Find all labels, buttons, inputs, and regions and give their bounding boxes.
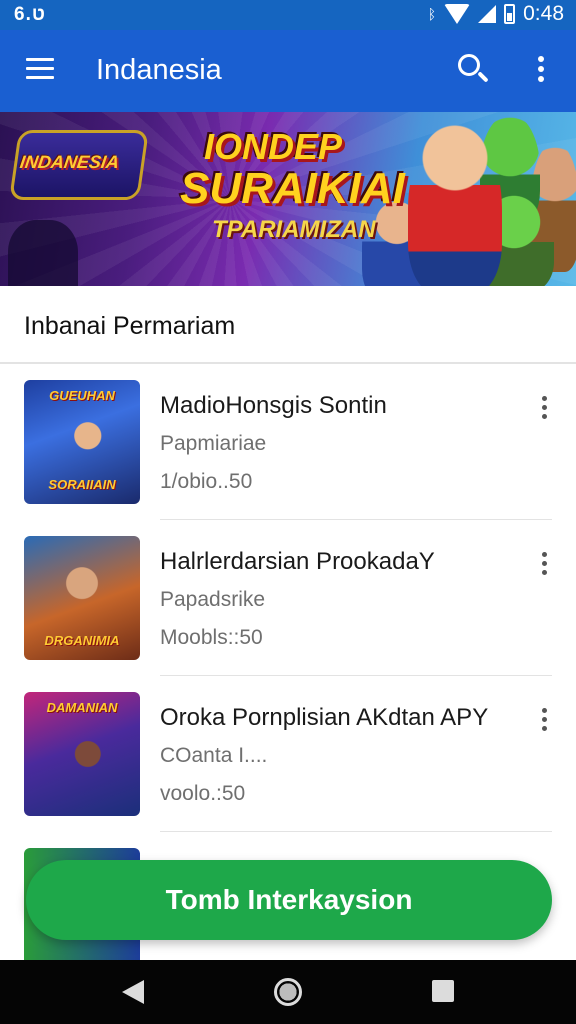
status-icons: ᛒ 0:48 <box>428 2 564 26</box>
promo-banner[interactable]: INDANESIA IONDEP SURAIKIAI TPARIAMIZAN <box>0 112 576 286</box>
bluetooth-icon: ᛒ <box>427 6 437 22</box>
menu-icon[interactable] <box>26 58 54 80</box>
search-icon[interactable] <box>458 54 490 86</box>
item-subtitle: Papmiariae <box>160 432 267 455</box>
item-meta: 1/obio..50 <box>160 470 253 493</box>
item-title: Halrlerdarsian ProokadaY <box>160 548 435 575</box>
status-left-text: ט.6 <box>14 4 46 25</box>
primary-action-label: Tomb Interkaysion <box>165 884 413 915</box>
more-vert-icon[interactable] <box>534 56 548 86</box>
home-icon[interactable] <box>274 978 302 1006</box>
recent-apps-icon[interactable] <box>432 980 454 1002</box>
banner-title-line-1: IONDEP <box>204 126 343 167</box>
item-meta: Moobls::50 <box>160 626 263 649</box>
list-item[interactable]: GUEUHAN SORAIIAIN MadioHonsgis Sontin Pa… <box>0 364 576 520</box>
item-subtitle: COanta I.... <box>160 744 268 767</box>
signal-icon <box>478 5 497 23</box>
item-title: Oroka Pornplisian AKdtan APY <box>160 704 489 731</box>
app-title: Indanesia <box>96 54 222 86</box>
wifi-icon <box>444 4 471 24</box>
item-more-icon[interactable] <box>538 396 550 424</box>
system-nav-bar <box>0 960 576 1024</box>
banner-title-line-2: SURAIKIAI <box>180 164 405 213</box>
list-item[interactable]: DAMANIAN Oroka Pornplisian AKdtan APY CO… <box>0 676 576 832</box>
game-thumbnail: GUEUHAN SORAIIAIN <box>24 380 140 504</box>
banner-title-line-3: TPARIAMIZAN <box>212 216 376 243</box>
section-title: Inbanai Permariam <box>24 312 236 340</box>
list-item[interactable]: DRGANIMIA Halrlerdarsian ProokadaY Papad… <box>0 520 576 676</box>
banner-character-main <box>408 124 502 286</box>
item-subtitle: Papadsrike <box>160 588 266 611</box>
banner-character-shadow <box>8 220 78 286</box>
app-bar: Indanesia <box>0 30 576 112</box>
item-more-icon[interactable] <box>538 708 550 736</box>
primary-action-button[interactable]: Tomb Interkaysion <box>26 860 552 940</box>
thumbnail-label-bottom: DRGANIMIA <box>44 633 120 648</box>
thumbnail-label-top: DAMANIAN <box>46 700 118 715</box>
battery-icon <box>504 4 516 24</box>
banner-logo-text: INDANESIA <box>18 152 121 172</box>
game-thumbnail: DRGANIMIA <box>24 536 140 660</box>
status-bar: ט.6 ᛒ 0:48 <box>0 0 576 30</box>
game-thumbnail: DAMANIAN <box>24 692 140 816</box>
thumbnail-label-bottom: SORAIIAIN <box>48 477 116 492</box>
status-time: 0:48 <box>523 2 564 25</box>
item-meta: voolo.:50 <box>160 782 246 805</box>
thumbnail-label-top: GUEUHAN <box>49 388 115 403</box>
item-more-icon[interactable] <box>538 552 550 580</box>
back-icon[interactable] <box>122 980 144 1004</box>
item-title: MadioHonsgis Sontin <box>160 392 387 419</box>
